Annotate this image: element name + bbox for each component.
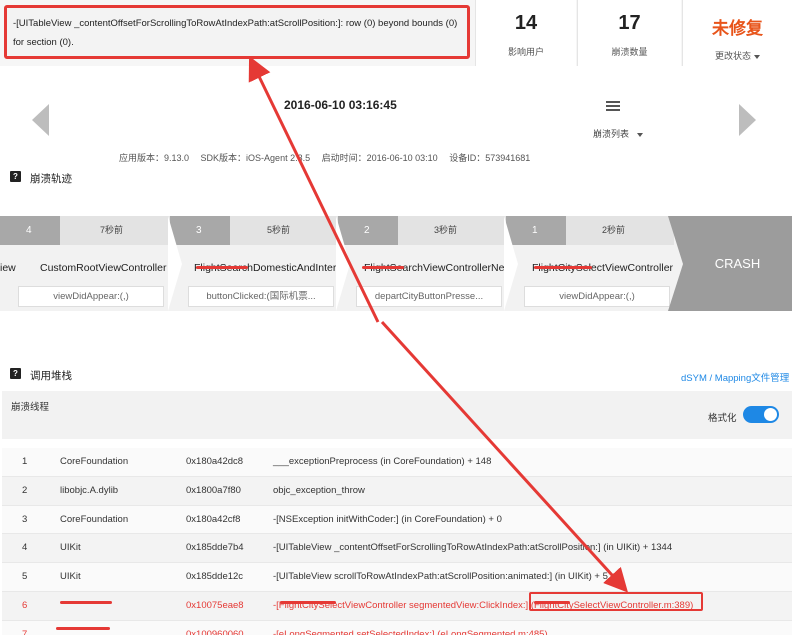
frame-symbol: ___exceptionPreprocess (in CoreFoundatio… xyxy=(273,456,492,467)
device-id: 设备ID：573941681 xyxy=(449,153,531,163)
trail-step[interactable]: 2 3秒前 FlightSearchViewControllerNew depa… xyxy=(338,216,512,311)
annotation-highlight-box xyxy=(529,592,703,611)
step-method: viewDidAppear:(,) xyxy=(18,286,164,307)
crash-list-label: 崩溃列表 xyxy=(593,129,630,139)
step-method: buttonClicked:(国际机票... xyxy=(188,286,334,307)
step-index: 4 xyxy=(0,216,60,245)
crash-list-dropdown[interactable]: 崩溃列表 xyxy=(593,127,644,140)
trail-title: 崩溃轨迹 xyxy=(30,173,72,185)
crash-count-label: 崩溃数量 xyxy=(611,47,648,57)
frame-library: UIKit xyxy=(60,571,81,583)
crash-thread-panel: 崩溃线程 格式化 xyxy=(2,391,792,439)
crash-thread-label: 崩溃线程 xyxy=(11,402,50,413)
trail-edge-partial: iew xyxy=(0,262,16,274)
frame-library: libobjc.A.dylib xyxy=(60,484,119,496)
redaction-mark xyxy=(280,601,336,604)
chevron-down-icon xyxy=(754,54,760,59)
frame-number: 4 xyxy=(22,542,28,554)
frame-address: 0x180a42cf8 xyxy=(186,513,241,525)
table-row[interactable]: 3 CoreFoundation 0x180a42cf8 -[NSExcepti… xyxy=(2,505,792,535)
frame-symbol: -[eLongSegmented setSelectedIndex:] (eLo… xyxy=(273,628,548,635)
table-row[interactable]: 4 UIKit 0x185dde7b4 -[UITableView _conte… xyxy=(2,534,792,564)
frame-symbol: -[UITableView _contentOffsetForScrolling… xyxy=(273,542,673,554)
frame-number: 1 xyxy=(22,456,28,467)
step-ago: 2秒前 xyxy=(602,225,626,235)
crash-metadata: 应用版本：9.13.0 SDK版本：iOS-Agent 2.3.5 启动时间：2… xyxy=(119,151,539,164)
crash-count-value: 17 xyxy=(618,12,641,34)
crash-count-stat: 17 崩溃数量 xyxy=(577,0,681,66)
trail-separator xyxy=(168,216,182,311)
affected-users-label: 影响用户 xyxy=(507,47,544,57)
status-value: 未修复 xyxy=(712,19,763,38)
chevron-down-icon xyxy=(637,132,644,137)
toggle-knob xyxy=(764,408,777,421)
frame-number: 5 xyxy=(22,571,28,583)
frame-address: 0x185dde7b4 xyxy=(186,542,244,554)
format-label: 格式化 xyxy=(708,413,737,424)
frame-address: 0x180a42dc8 xyxy=(186,456,244,467)
change-status-dropdown[interactable]: 更改状态 xyxy=(683,49,792,62)
frame-library: CoreFoundation xyxy=(60,456,129,467)
frame-number: 6 xyxy=(22,599,28,611)
frame-number: 7 xyxy=(22,628,28,635)
sdk-version: SDK版本：iOS-Agent 2.3.5 xyxy=(200,153,311,163)
crash-label: CRASH xyxy=(683,216,792,311)
frame-address: 0x1800a7f80 xyxy=(186,484,241,496)
format-toggle[interactable] xyxy=(743,406,779,423)
table-row[interactable]: 2 libobjc.A.dylib 0x1800a7f80 objc_excep… xyxy=(2,476,792,506)
next-crash-arrow-icon[interactable] xyxy=(739,104,756,136)
step-method: viewDidAppear:(,) xyxy=(524,286,670,307)
frame-number: 2 xyxy=(22,484,28,496)
frame-symbol: -[NSException initWithCoder:] (in CoreFo… xyxy=(273,513,502,525)
step-method: departCityButtonPresse... xyxy=(356,286,502,307)
trail-step[interactable]: 3 5秒前 FlightSearchDomesticAndInter... bu… xyxy=(170,216,345,311)
table-row-highlighted[interactable]: 7 0x100960060 -[eLongSegmented setSelect… xyxy=(2,620,792,635)
trail-separator xyxy=(336,216,350,311)
frame-library: CoreFoundation xyxy=(60,513,129,525)
change-status-label: 更改状态 xyxy=(714,51,751,61)
trail-section-icon: ? xyxy=(10,171,21,182)
frame-number: 3 xyxy=(22,513,28,525)
redaction-mark xyxy=(196,266,248,269)
stack-section-icon: ? xyxy=(10,368,21,379)
frame-symbol: -[UITableView scrollToRowAtIndexPath:atS… xyxy=(273,571,608,583)
table-row[interactable]: 5 UIKit 0x185dde12c -[UITableView scroll… xyxy=(2,563,792,592)
step-ago: 3秒前 xyxy=(434,225,458,235)
previous-crash-arrow-icon[interactable] xyxy=(32,104,49,136)
app-version: 应用版本：9.13.0 xyxy=(119,153,190,163)
redaction-mark xyxy=(60,601,112,604)
trail-separator xyxy=(504,216,518,311)
crash-time: 2016-06-10 03:16:45 xyxy=(284,98,397,112)
dsym-mapping-link[interactable]: dSYM / Mapping文件管理 xyxy=(681,370,789,384)
status-stat[interactable]: 未修复 更改状态 xyxy=(682,0,792,66)
redaction-mark xyxy=(534,266,592,269)
trail-step[interactable]: 4 7秒前 CustomRootViewController viewDidAp… xyxy=(0,216,170,311)
step-ago: 5秒前 xyxy=(267,225,291,235)
step-controller: CustomRootViewController xyxy=(40,262,167,274)
table-row[interactable]: 1 CoreFoundation 0x180a42dc8 ___exceptio… xyxy=(2,448,792,477)
launch-time: 启动时间：2016-06-10 03:10 xyxy=(321,153,438,163)
frame-address: 0x100960060 xyxy=(186,628,244,635)
error-message: -[UITableView _contentOffsetForScrolling… xyxy=(4,5,470,59)
frame-library: UIKit xyxy=(60,542,81,554)
redaction-mark xyxy=(56,627,110,630)
frame-address: 0x10075eae8 xyxy=(186,599,244,611)
frame-address: 0x185dde12c xyxy=(186,571,244,583)
crash-header: -[UITableView _contentOffsetForScrolling… xyxy=(0,0,792,66)
trail-step[interactable]: 1 2秒前 FlightCitySelectViewController vie… xyxy=(506,216,674,311)
affected-users-stat: 14 影响用户 xyxy=(475,0,576,66)
crash-arrow xyxy=(668,216,683,311)
frame-symbol: objc_exception_throw xyxy=(273,484,365,496)
redaction-mark xyxy=(362,266,404,269)
stack-title: 调用堆栈 xyxy=(30,370,72,382)
step-ago: 7秒前 xyxy=(100,225,124,235)
affected-users-value: 14 xyxy=(514,12,538,34)
list-icon[interactable] xyxy=(606,101,620,113)
